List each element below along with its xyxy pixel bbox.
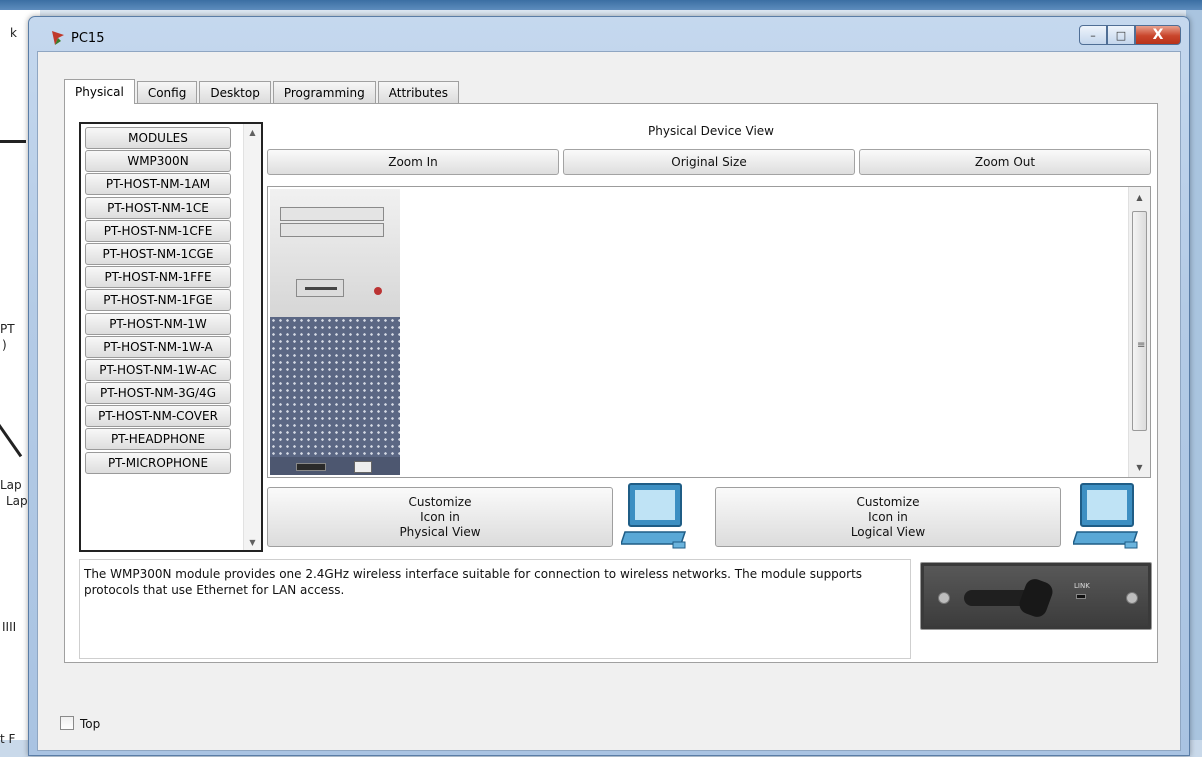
background-text-fragment: )	[2, 338, 7, 352]
module-item-nm-3g4g[interactable]: PT-HOST-NM-3G/4G	[85, 382, 231, 405]
module-item-headphone[interactable]: PT-HEADPHONE	[85, 428, 231, 451]
background-text-fragment: IIII	[2, 620, 17, 634]
device-dialog-window: PC15 – □ X Physical Config Desktop Progr…	[28, 16, 1190, 756]
wmp300n-module-image: LINK	[920, 562, 1152, 630]
window-title: PC15	[71, 31, 105, 46]
tab-physical[interactable]: Physical	[64, 79, 135, 104]
tower-front-panel	[270, 189, 400, 317]
close-button[interactable]: X	[1135, 25, 1181, 45]
module-item-nm-1w-ac[interactable]: PT-HOST-NM-1W-AC	[85, 358, 231, 381]
maximize-button[interactable]: □	[1107, 25, 1135, 45]
scrollbar-thumb[interactable]: ≡	[1132, 211, 1147, 431]
view-label: Logical View	[850, 524, 926, 539]
minimize-icon: –	[1090, 28, 1096, 42]
power-led-icon	[374, 287, 382, 295]
zoom-out-button[interactable]: Zoom Out	[859, 149, 1151, 175]
module-item-nm-1am[interactable]: PT-HOST-NM-1AM	[85, 173, 231, 196]
module-faceplate: LINK	[924, 566, 1148, 626]
background-text-fragment: t F	[0, 732, 16, 746]
module-item-nm-1w-a[interactable]: PT-HOST-NM-1W-A	[85, 335, 231, 358]
customize-logical-icon-button[interactable]: Customize Icon in Logical View	[715, 487, 1061, 547]
wireless-module-slot[interactable]	[296, 463, 326, 471]
icon-in-label: Icon in	[420, 509, 460, 524]
module-items: MODULES WMP300N PT-HOST-NM-1AM PT-HOST-N…	[85, 127, 231, 475]
customize-physical-icon-button[interactable]: Customize Icon in Physical View	[267, 487, 613, 547]
pc-monitor-icon	[621, 483, 687, 549]
tab-config[interactable]: Config	[136, 81, 198, 103]
title-bar[interactable]: PC15 – □ X	[29, 17, 1189, 49]
module-item-nm-1w[interactable]: PT-HOST-NM-1W	[85, 312, 231, 335]
module-item-nm-1ffe[interactable]: PT-HOST-NM-1FFE	[85, 266, 231, 289]
tower-vent-grille	[270, 317, 400, 457]
dialog-client-area: Physical Config Desktop Programming Attr…	[37, 51, 1181, 751]
screw-icon	[1126, 592, 1138, 604]
optical-drive-tray	[280, 223, 384, 237]
module-description: The WMP300N module provides one 2.4GHz w…	[79, 559, 911, 659]
top-checkbox-label: Top	[80, 717, 101, 731]
module-list: MODULES WMP300N PT-HOST-NM-1AM PT-HOST-N…	[79, 122, 263, 552]
tab-attributes[interactable]: Attributes	[377, 81, 459, 103]
floppy-slot	[305, 287, 337, 290]
customize-label: Customize	[856, 494, 920, 509]
close-icon: X	[1152, 27, 1164, 43]
grip-icon: ≡	[1137, 340, 1146, 351]
background-text-fragment: Lap	[6, 494, 28, 508]
zoom-in-button[interactable]: Zoom In	[267, 149, 559, 175]
link-led-icon	[1076, 594, 1086, 599]
icon-in-label: Icon in	[868, 509, 908, 524]
module-list-header[interactable]: MODULES	[85, 127, 231, 149]
packet-tracer-icon	[52, 31, 64, 45]
physical-device-view[interactable]: ▲ ≡ ▼	[267, 186, 1151, 478]
module-item-microphone[interactable]: PT-MICROPHONE	[85, 451, 231, 474]
module-item-nm-1cfe[interactable]: PT-HOST-NM-1CFE	[85, 219, 231, 242]
optical-drive	[280, 207, 384, 221]
module-item-nm-cover[interactable]: PT-HOST-NM-COVER	[85, 405, 231, 428]
module-list-scrollbar[interactable]: ▲ ▼	[243, 124, 261, 550]
floppy-drive	[296, 279, 344, 297]
module-item-nm-1fge[interactable]: PT-HOST-NM-1FGE	[85, 289, 231, 312]
background-text-fragment: PT	[0, 322, 15, 336]
customize-label: Customize	[408, 494, 472, 509]
pc-tower-image[interactable]	[270, 189, 400, 475]
background-text-fragment: k	[10, 26, 17, 40]
module-item-wmp300n[interactable]: WMP300N	[85, 150, 231, 173]
tower-expansion-bay	[270, 457, 400, 475]
scroll-down-arrow-icon[interactable]: ▼	[1129, 459, 1150, 475]
background-toolbar	[0, 0, 1202, 10]
module-item-nm-1ce[interactable]: PT-HOST-NM-1CE	[85, 196, 231, 219]
maximize-icon: □	[1115, 28, 1127, 42]
view-label: Physical View	[399, 524, 481, 539]
module-item-nm-1cge[interactable]: PT-HOST-NM-1CGE	[85, 242, 231, 265]
device-view-scrollbar[interactable]: ▲ ≡ ▼	[1128, 187, 1150, 477]
physical-tab-panel: MODULES WMP300N PT-HOST-NM-1AM PT-HOST-N…	[64, 103, 1158, 663]
tab-desktop[interactable]: Desktop	[199, 81, 271, 103]
expansion-port	[354, 461, 372, 473]
background-text-fragment: Lap	[0, 478, 22, 492]
tab-programming[interactable]: Programming	[272, 81, 376, 103]
scroll-up-arrow-icon[interactable]: ▲	[1129, 189, 1150, 205]
top-checkbox[interactable]	[60, 716, 74, 730]
window-controls: – □ X	[1079, 25, 1181, 45]
minimize-button[interactable]: –	[1079, 25, 1107, 45]
antenna-icon	[1016, 576, 1056, 620]
scroll-up-arrow-icon[interactable]: ▲	[244, 124, 261, 140]
screw-icon	[938, 592, 950, 604]
pc-monitor-icon	[1073, 483, 1139, 549]
tab-bar: Physical Config Desktop Programming Attr…	[64, 79, 461, 104]
scroll-down-arrow-icon[interactable]: ▼	[244, 534, 261, 550]
physical-device-view-title: Physical Device View	[648, 124, 774, 138]
original-size-button[interactable]: Original Size	[563, 149, 855, 175]
link-label: LINK	[1074, 582, 1090, 590]
background-link-line	[0, 140, 26, 143]
